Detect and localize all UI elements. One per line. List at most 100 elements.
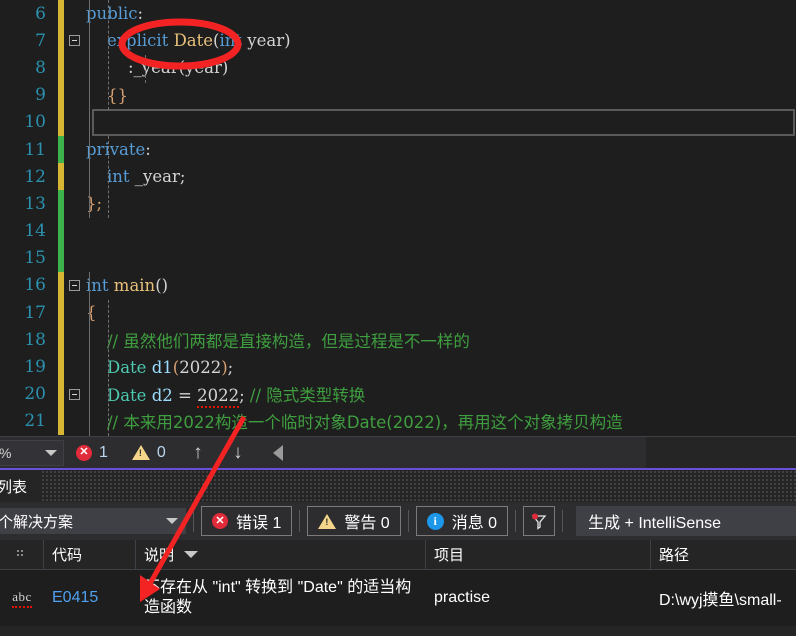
token-member-year: _year [133, 58, 179, 78]
code-text: int main() [84, 276, 796, 295]
line-number: 12 [24, 166, 46, 187]
toolbar-separator [407, 510, 409, 532]
column-header-path[interactable]: 路径 [651, 540, 796, 570]
scope-filter-value: 个解决方案 [0, 513, 74, 531]
error-circle-icon: ✕ [76, 444, 92, 461]
scope-filter-dropdown[interactable]: 个解决方案 [0, 508, 186, 534]
code-text: // 虽然他们两都是直接构造，但是过程是不一样的 [84, 328, 796, 352]
fold-region [64, 54, 84, 81]
triangle-left-icon [272, 444, 283, 461]
collapse-icon[interactable] [68, 388, 80, 400]
next-issue-button[interactable]: ↓ [218, 437, 258, 469]
arrow-up-icon: ↑ [193, 441, 203, 463]
indent-guide [89, 0, 90, 218]
collapse-icon[interactable] [68, 35, 80, 47]
code-line[interactable]: 7 explicit Date(int year) [0, 27, 796, 55]
warnings-toggle-label: 警告 0 [344, 515, 390, 532]
fold-region[interactable] [64, 272, 84, 299]
token-keyword-private: private [86, 140, 146, 160]
token-open-brace: { [86, 303, 97, 323]
fold-region [64, 109, 84, 136]
filter-button[interactable] [523, 506, 556, 536]
code-editor[interactable]: 6 public: 7 explicit Date(int year) 8 :_… [0, 0, 796, 436]
code-line[interactable]: 11 private: [0, 135, 796, 164]
code-line[interactable]: 16 int main() [0, 271, 796, 300]
tabstrip-drag-grip[interactable] [41, 470, 796, 502]
token-number-error: 2022 [197, 386, 240, 409]
token-keyword-int: int [219, 31, 243, 51]
table-row[interactable]: abc E0415 不存在从 "int" 转换到 "Date" 的适当构造函数 … [0, 570, 796, 626]
warning-count-value: 0 [156, 443, 166, 461]
sort-descending-icon [184, 551, 199, 558]
tab-error-list[interactable]: 误列表 [0, 470, 35, 502]
code-line[interactable]: 9 {} [0, 81, 796, 109]
zoom-level-dropdown[interactable]: % [0, 439, 64, 466]
fold-region [64, 0, 84, 27]
toolbar-separator [299, 510, 301, 532]
token-variable-d2: d2 [151, 386, 173, 406]
token-function-main: main [113, 275, 156, 295]
column-header-project[interactable]: 项目 [426, 539, 651, 570]
fold-region [64, 326, 84, 353]
code-line[interactable]: 20 Date d2 = 2022; // 隐式类型转换 [0, 380, 796, 409]
current-line-highlight [92, 108, 795, 136]
error-count-value: 1 [99, 443, 108, 461]
column-header-project-label: 项目 [434, 547, 465, 564]
token-type-date: Date [173, 31, 214, 51]
token-semicolon: ; [179, 167, 186, 187]
code-line[interactable]: 8 :_year(year) [0, 54, 796, 82]
fold-region [64, 163, 84, 190]
code-line[interactable]: 17 { [0, 299, 796, 327]
error-count-indicator[interactable]: ✕ 1 [64, 437, 120, 469]
token-class-date: Date [106, 386, 147, 406]
code-line[interactable]: 6 public: [0, 0, 796, 28]
error-list-toolbar: 个解决方案 ✕ 错误 1 警告 0 i 消息 0 生成 + IntelliSen… [0, 502, 796, 540]
code-line[interactable]: 13 }; [0, 190, 796, 218]
token-keyword-int: int [106, 167, 130, 187]
indent-guide [108, 300, 109, 436]
line-number: 14 [24, 221, 46, 242]
column-header-path-label: 路径 [659, 547, 690, 564]
code-line[interactable]: 18 // 虽然他们两都是直接构造，但是过程是不一样的 [0, 326, 796, 354]
code-line[interactable]: 14 [0, 217, 796, 245]
line-number: 18 [24, 329, 46, 350]
line-number: 19 [24, 357, 46, 378]
code-line[interactable]: 12 int _year; [0, 163, 796, 191]
column-header-description-label: 说明 [144, 547, 175, 564]
code-line[interactable]: 21 // 本来用2022构造一个临时对象Date(2022)，再用这个对象拷贝… [0, 407, 796, 435]
code-text: Date d1(2022); [84, 358, 796, 377]
fold-region[interactable] [64, 27, 84, 54]
collapse-panel-button[interactable] [258, 437, 298, 469]
line-number: 7 [35, 30, 46, 51]
warning-count-indicator[interactable]: 0 [120, 437, 178, 469]
token-paren-close: ) [221, 58, 229, 78]
code-text: int _year; [84, 167, 796, 186]
row-severity-icon-cell: abc [0, 570, 44, 626]
messages-toggle-button[interactable]: i 消息 0 [415, 506, 509, 536]
code-text: // 本来用2022构造一个临时对象Date(2022)，再用这个对象拷贝构造 [84, 409, 796, 433]
code-text: private: [84, 140, 796, 159]
column-header-code[interactable]: 代码 [44, 539, 136, 570]
collapse-icon[interactable] [68, 279, 80, 291]
status-bar-right-region [646, 436, 796, 469]
token-keyword-public: public [86, 4, 138, 24]
build-source-dropdown[interactable]: 生成 + IntelliSense [576, 506, 796, 536]
code-text: public: [84, 4, 796, 23]
code-line[interactable]: 19 Date d1(2022); [0, 353, 796, 381]
fold-region [64, 136, 84, 163]
code-line[interactable]: 15 [0, 244, 796, 272]
errors-toggle-button[interactable]: ✕ 错误 1 [201, 506, 293, 536]
arrow-down-icon: ↓ [233, 441, 243, 463]
fold-region [64, 299, 84, 326]
code-line-current[interactable]: 10 [0, 108, 796, 136]
row-project-cell: practise [434, 589, 491, 606]
column-header-icon[interactable] [0, 539, 44, 570]
fold-region[interactable] [64, 381, 84, 408]
row-code-cell[interactable]: E0415 [44, 570, 136, 626]
prev-issue-button[interactable]: ↑ [178, 437, 218, 469]
column-header-description[interactable]: 说明 [136, 539, 426, 570]
indent-guide [145, 55, 146, 83]
token-colon: : [145, 140, 151, 160]
toolbar-separator [193, 510, 194, 532]
warnings-toggle-button[interactable]: 警告 0 [307, 506, 401, 536]
